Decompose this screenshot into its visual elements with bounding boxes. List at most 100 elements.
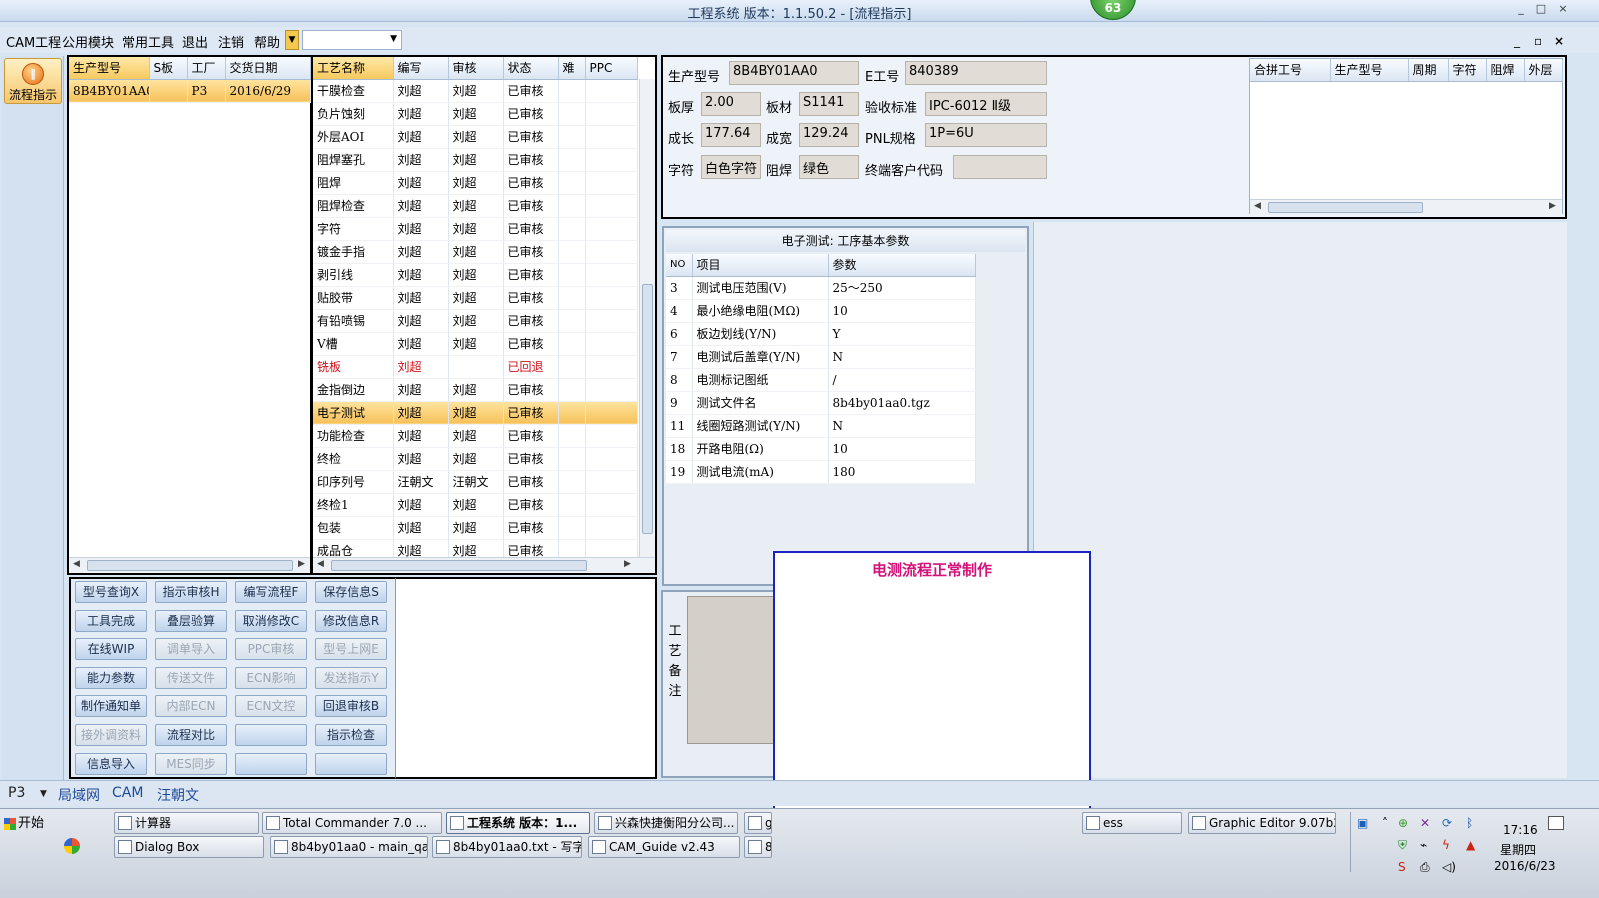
mdi-close-button[interactable]: × (1554, 34, 1564, 48)
taskbar-button[interactable]: Dialog Box (114, 836, 264, 858)
scroll-left-icon[interactable]: ◀ (1254, 201, 1261, 211)
column-header[interactable]: 合拼工号 (1250, 59, 1331, 82)
show-desktop-icon[interactable] (1548, 816, 1564, 830)
volume-icon[interactable]: ◁) (1442, 860, 1456, 874)
action-button[interactable]: 编写流程F (235, 581, 307, 603)
column-header[interactable]: 生产型号 (1330, 59, 1409, 82)
column-header[interactable]: 难 (558, 57, 586, 80)
action-button[interactable]: 能力参数 (75, 666, 147, 689)
action-button[interactable]: 保存信息S (315, 581, 387, 603)
table-row[interactable]: 阻焊检查 刘超 刘超 已审核 (313, 194, 638, 218)
table-row[interactable]: 电子测试 刘超 刘超 已审核 (313, 401, 638, 425)
action-button[interactable]: MES同步 (155, 752, 227, 775)
factory-selector[interactable]: P3 (8, 785, 25, 801)
action-button[interactable]: 接外调资料 (75, 724, 147, 746)
column-header[interactable]: S板 (149, 57, 188, 80)
dropdown-arrow-icon[interactable]: ▼ (285, 30, 299, 50)
action-button[interactable]: PPC审核 (235, 638, 307, 661)
action-button[interactable]: 指示检查 (315, 724, 387, 746)
action-button[interactable]: 工具完成 (75, 609, 147, 632)
standard-field[interactable]: IPC-6012 Ⅱ级 (925, 92, 1047, 116)
action-button[interactable] (315, 752, 387, 775)
taskbar-button[interactable]: 计算器 (114, 812, 259, 834)
chevron-up-icon[interactable]: ˄ (1382, 816, 1388, 830)
chevron-down-icon[interactable]: ▼ (40, 789, 47, 799)
table-row[interactable]: 贴胶带 刘超 刘超 已审核 (313, 286, 638, 310)
soldermask-field[interactable]: 绿色 (799, 155, 859, 179)
taskbar-button[interactable]: Graphic Editor 9.07b2 ... (1188, 812, 1336, 834)
scroll-left-icon[interactable]: ◀ (317, 559, 324, 569)
menu-cam[interactable]: CAM工程 (6, 32, 61, 51)
action-button[interactable]: 在线WIP (75, 638, 147, 661)
action-button[interactable]: 型号上网E (315, 638, 387, 661)
table-row[interactable]: 终检 刘超 刘超 已审核 (313, 447, 638, 471)
table-row[interactable]: 印序列号 汪朝文 汪朝文 已审核 (313, 470, 638, 494)
taskbar-button[interactable]: 8b4by01aa0.txt - 写字板 (432, 836, 582, 858)
action-button[interactable]: 指示审核H (155, 581, 227, 603)
menu-help[interactable]: 帮助 (254, 32, 280, 51)
flow-instruction-button[interactable]: ‖ 流程指示 (4, 58, 62, 104)
flash-icon[interactable]: ϟ (1442, 838, 1450, 852)
taskbar-button[interactable]: CAM_Guide v2.43 (588, 836, 740, 858)
alert-icon[interactable]: ▲ (1466, 838, 1475, 852)
length-field[interactable]: 177.64 (701, 123, 761, 147)
horizontal-scrollbar[interactable]: ◀ ▶ (313, 557, 655, 573)
tray-s-icon[interactable]: S (1398, 860, 1406, 874)
thickness-field[interactable]: 2.00 (701, 92, 761, 116)
status-tab-lan[interactable]: 局域网 (58, 785, 100, 805)
column-header[interactable]: 状态 (503, 57, 559, 80)
quicklaunch-icon[interactable] (64, 838, 80, 854)
horizontal-scrollbar[interactable]: ◀ ▶ (1250, 199, 1562, 215)
action-button[interactable]: 信息导入 (75, 752, 147, 775)
legend-field[interactable]: 白色字符 (701, 155, 761, 179)
action-button[interactable]: ECN影响 (235, 666, 307, 689)
close-button[interactable]: × (1554, 2, 1572, 18)
action-button[interactable]: 传送文件 (155, 666, 227, 689)
printer-icon[interactable]: ⎙ (1420, 860, 1430, 875)
table-row[interactable]: 18 开路电阻(Ω) 10 (666, 437, 976, 461)
clock-day[interactable]: 星期四 (1500, 841, 1536, 858)
action-button[interactable]: 型号查询X (75, 581, 147, 603)
action-button[interactable]: 取消修改C (235, 609, 307, 632)
table-row[interactable]: 镀金手指 刘超 刘超 已审核 (313, 240, 638, 264)
action-button[interactable]: 修改信息R (315, 609, 387, 632)
notes-textarea[interactable] (687, 596, 783, 744)
table-row[interactable]: 剥引线 刘超 刘超 已审核 (313, 263, 638, 287)
status-tab-user[interactable]: 汪朝文 (157, 785, 199, 805)
table-row[interactable]: 功能检查 刘超 刘超 已审核 (313, 424, 638, 448)
column-header[interactable]: 参数 (828, 254, 976, 277)
material-field[interactable]: S1141 (799, 92, 859, 116)
pnl-field[interactable]: 1P=6U (925, 123, 1047, 147)
scroll-right-icon[interactable]: ▶ (1549, 201, 1556, 211)
column-header[interactable]: 外层 (1524, 59, 1563, 82)
column-header[interactable]: 项目 (692, 254, 829, 277)
menu-tools[interactable]: 常用工具 (122, 32, 174, 51)
start-button[interactable]: 开始 (2, 813, 50, 835)
table-row[interactable]: 有铅喷锡 刘超 刘超 已审核 (313, 309, 638, 333)
width-field[interactable]: 129.24 (799, 123, 859, 147)
table-row[interactable]: 9 测试文件名 8b4by01aa0.tgz (666, 391, 976, 415)
table-row[interactable]: 负片蚀刻 刘超 刘超 已审核 (313, 102, 638, 126)
minimize-button[interactable]: _ (1512, 2, 1530, 18)
tray-close-icon[interactable]: ✕ (1420, 816, 1430, 830)
action-button[interactable]: 制作通知单 (75, 695, 147, 718)
action-button[interactable]: 回退审核B (315, 695, 387, 718)
table-row[interactable]: 8 电测标记图纸 / (666, 368, 976, 392)
status-tab-cam[interactable]: CAM (112, 785, 143, 801)
table-row[interactable]: 19 测试电流(mA) 180 (666, 460, 976, 484)
taskbar-button[interactable]: 工程系统 版本：1... (446, 812, 590, 834)
horizontal-scrollbar[interactable]: ◀ ▶ (69, 557, 310, 573)
column-header[interactable]: 生产型号 (69, 57, 150, 80)
customer-code-field[interactable] (953, 155, 1047, 179)
table-row[interactable]: 8B4BY01AA0 P3 2016/6/29 (69, 79, 311, 103)
column-header[interactable]: 字符 (1448, 59, 1487, 82)
table-row[interactable]: 外层AOI 刘超 刘超 已审核 (313, 125, 638, 149)
mdi-minimize-button[interactable]: _ (1514, 34, 1520, 48)
eno-field[interactable]: 840389 (905, 61, 1047, 85)
vertical-scrollbar[interactable] (639, 79, 655, 557)
table-row[interactable]: 阻焊塞孔 刘超 刘超 已审核 (313, 148, 638, 172)
scroll-thumb[interactable] (642, 284, 653, 534)
scroll-thumb[interactable] (87, 560, 293, 571)
model-field[interactable]: 8B4BY01AA0 (729, 61, 859, 85)
scroll-thumb[interactable] (1268, 202, 1423, 213)
